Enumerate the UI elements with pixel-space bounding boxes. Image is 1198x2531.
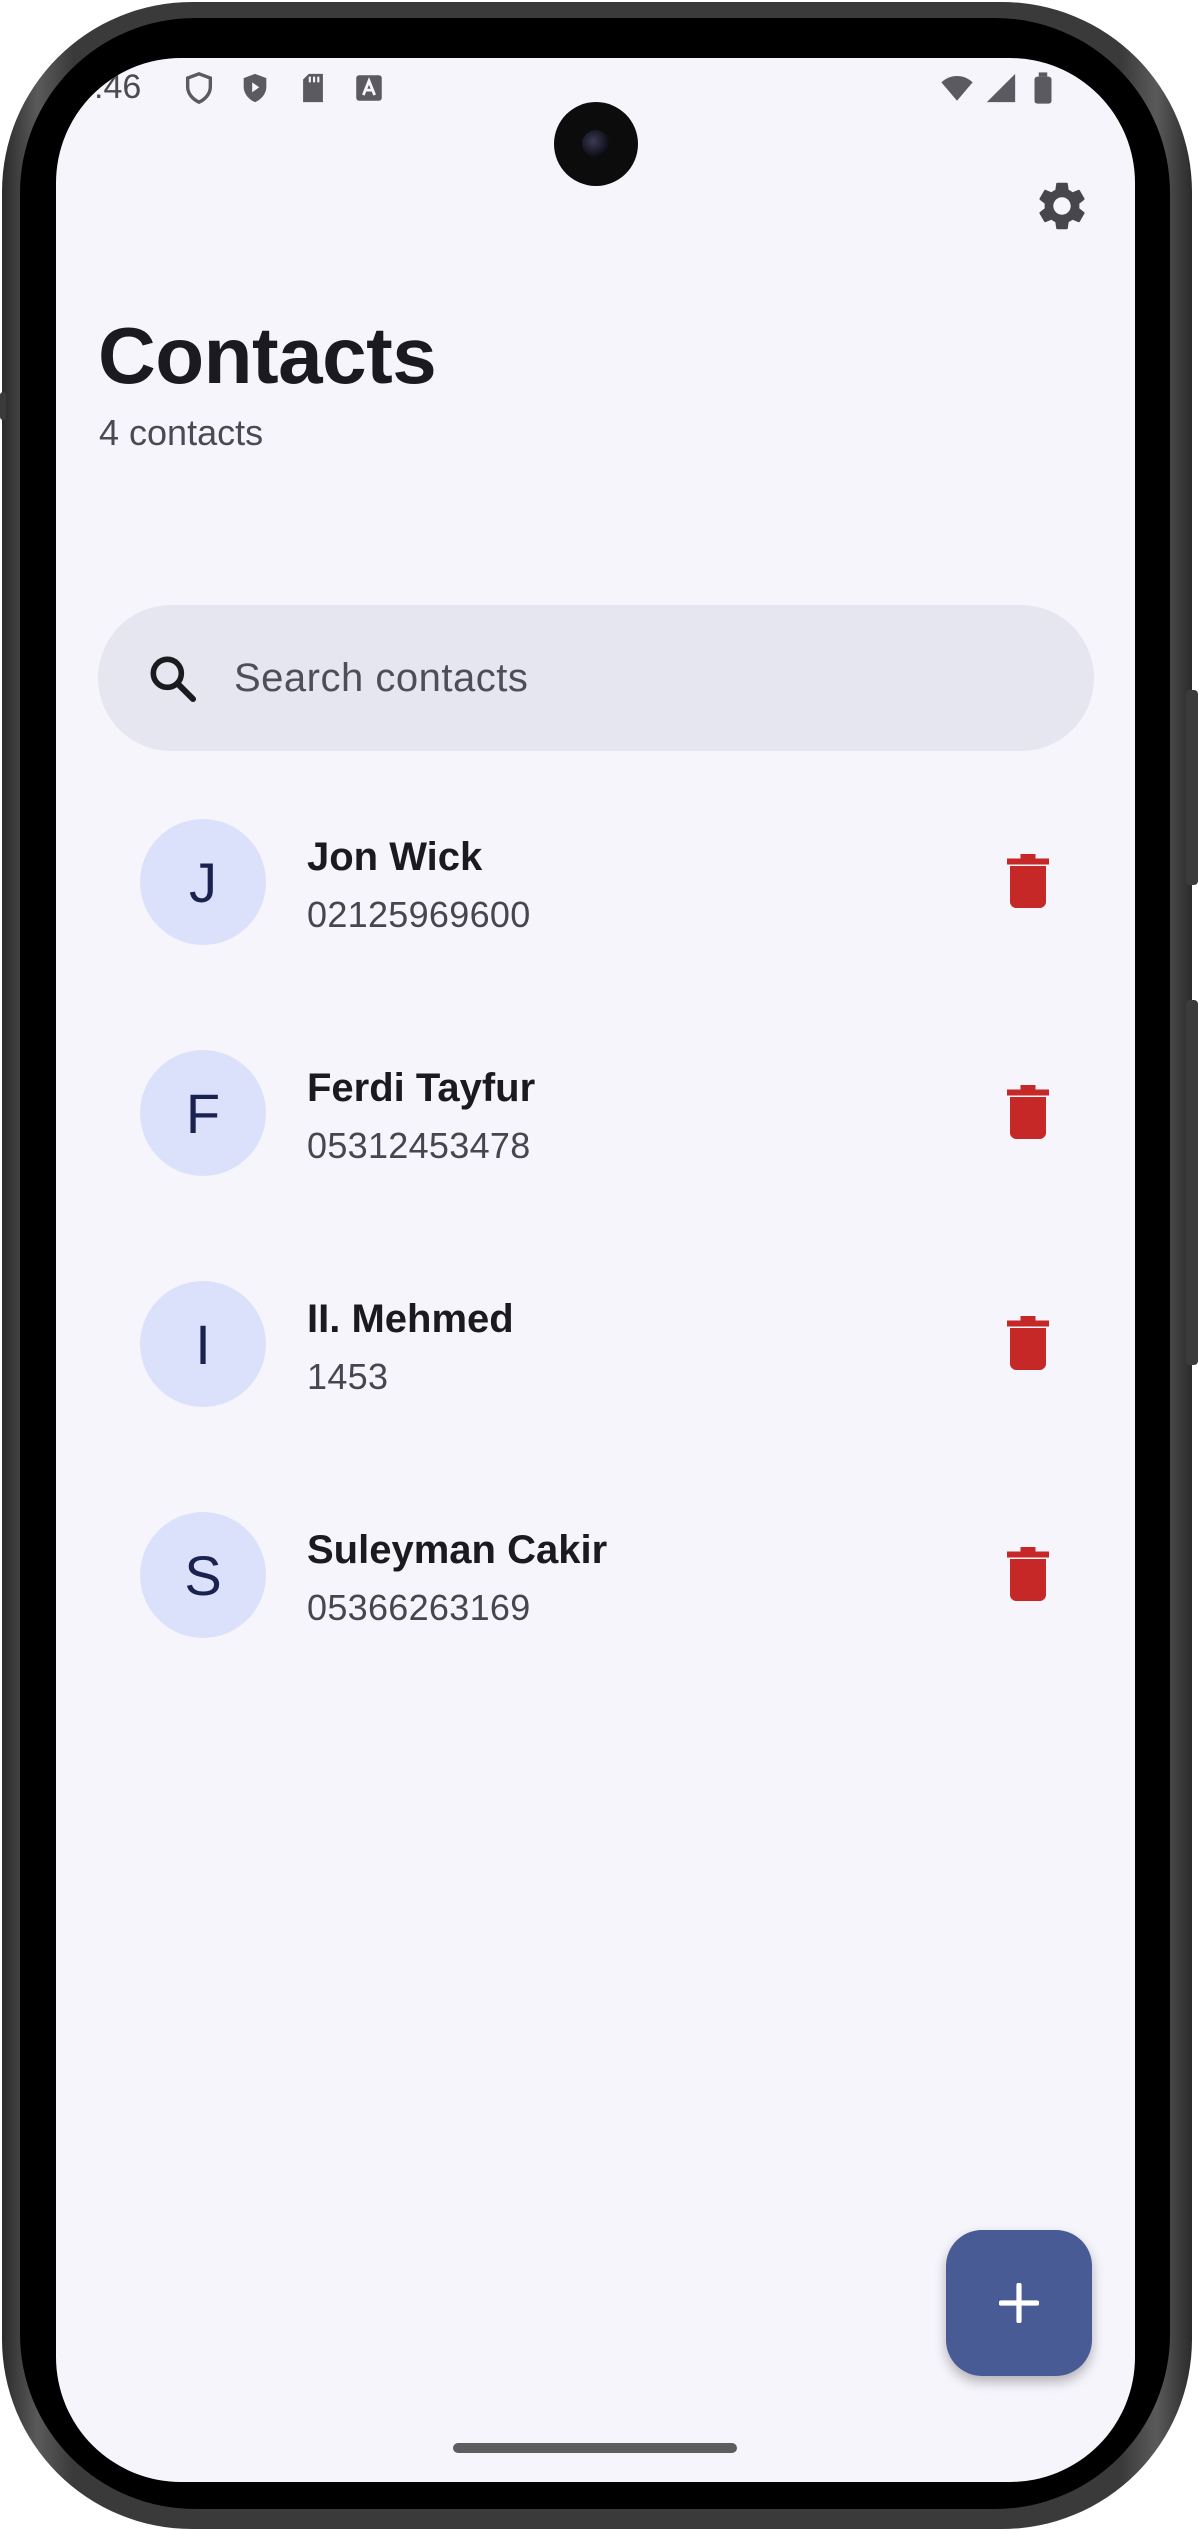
contact-phone: 1453	[307, 1356, 389, 1397]
battery-icon	[1026, 71, 1060, 105]
front-camera	[554, 102, 638, 186]
delete-contact-button[interactable]	[992, 1538, 1064, 1610]
camera-lens	[582, 130, 610, 158]
contact-item[interactable]: J Jon Wick 02125969600	[96, 791, 1096, 971]
page-title: Contacts	[98, 311, 437, 400]
delete-contact-button[interactable]	[992, 845, 1064, 917]
side-button-left	[0, 392, 6, 420]
app-screen: :46 Contacts 4 contacts Search contacts …	[56, 58, 1135, 2482]
contact-name: II. Mehmed	[307, 1297, 514, 1341]
contact-phone: 02125969600	[307, 894, 531, 935]
contact-name: Suleyman Cakir	[307, 1528, 608, 1572]
phone-device: :46 Contacts 4 contacts Search contacts …	[0, 0, 1198, 2531]
play-shield-icon	[238, 71, 272, 105]
trash-icon	[1007, 854, 1049, 908]
contact-avatar: S	[140, 1512, 266, 1638]
search-input[interactable]	[234, 605, 1054, 751]
contact-name: Ferdi Tayfur	[307, 1066, 536, 1110]
delete-contact-button[interactable]	[992, 1307, 1064, 1379]
contact-phone: 05366263169	[307, 1587, 531, 1628]
sd-card-icon	[296, 71, 330, 105]
home-indicator[interactable]	[453, 2443, 737, 2453]
gear-icon	[1039, 182, 1085, 230]
status-time: :46	[94, 68, 142, 106]
contact-phone: 05312453478	[307, 1125, 531, 1166]
contact-avatar: J	[140, 819, 266, 945]
contact-count: 4 contacts	[99, 412, 264, 453]
side-button-upper	[1186, 690, 1198, 885]
search-icon	[144, 650, 200, 706]
contact-avatar: F	[140, 1050, 266, 1176]
contact-avatar: I	[140, 1281, 266, 1407]
side-button-lower	[1186, 1000, 1198, 1365]
trash-icon	[1007, 1547, 1049, 1601]
plus-icon	[999, 2283, 1039, 2323]
signal-icon	[984, 71, 1018, 105]
contact-item[interactable]: F Ferdi Tayfur 05312453478	[96, 1022, 1096, 1202]
contact-item[interactable]: I II. Mehmed 1453	[96, 1253, 1096, 1433]
trash-icon	[1007, 1085, 1049, 1139]
contact-name: Jon Wick	[307, 835, 483, 879]
trash-icon	[1007, 1316, 1049, 1370]
font-notification-icon	[352, 71, 386, 105]
settings-button[interactable]	[1032, 176, 1092, 236]
wifi-icon	[940, 71, 974, 105]
shield-icon	[182, 71, 216, 105]
contact-item[interactable]: S Suleyman Cakir 05366263169	[96, 1484, 1096, 1664]
delete-contact-button[interactable]	[992, 1076, 1064, 1148]
search-bar[interactable]	[98, 605, 1094, 751]
add-contact-button[interactable]	[946, 2230, 1092, 2376]
